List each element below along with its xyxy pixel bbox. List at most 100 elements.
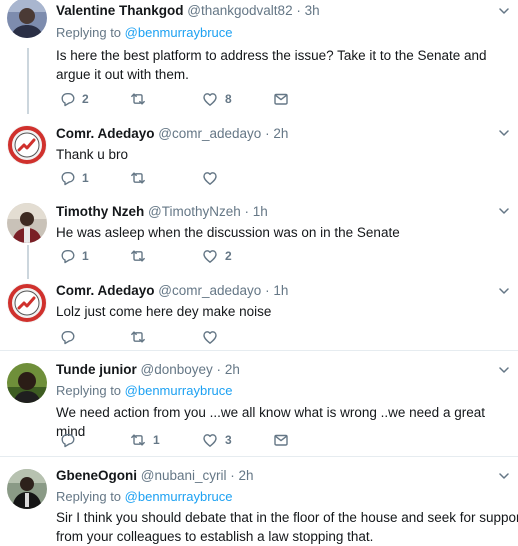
like-icon xyxy=(203,250,217,263)
reply-button[interactable]: 1 xyxy=(59,170,89,186)
tweet[interactable]: Comr. Adedayo @comr_adedayo · 2h Thank u… xyxy=(0,118,518,196)
retweet-icon xyxy=(131,172,145,184)
reply-button[interactable] xyxy=(59,329,82,345)
tweet-header: Comr. Adedayo @comr_adedayo · 2h xyxy=(56,125,510,142)
separator-dot: · xyxy=(244,204,250,219)
direct-message-button[interactable] xyxy=(273,432,289,448)
replying-to-mention[interactable]: @benmurraybruce xyxy=(125,383,233,398)
direct-message-icon xyxy=(274,434,288,446)
display-name[interactable]: GbeneOgoni xyxy=(56,468,137,483)
separator-dot: · xyxy=(296,3,301,18)
reply-icon xyxy=(61,249,75,264)
direct-message-button[interactable] xyxy=(273,91,289,107)
retweet-icon xyxy=(131,93,145,105)
timestamp[interactable]: 2h xyxy=(273,126,288,141)
tweet-text: Sir I think you should debate that in th… xyxy=(56,508,518,546)
reply-icon xyxy=(61,434,75,448)
avatar[interactable] xyxy=(7,469,47,509)
reply-icon xyxy=(61,92,75,107)
username[interactable]: @thankgodvalt82 xyxy=(187,3,292,18)
tweet-text: Thank u bro xyxy=(56,147,129,162)
like-icon xyxy=(203,331,217,344)
tweet-header: Valentine Thankgod @thankgodvalt82 · 3h xyxy=(56,2,510,19)
display-name[interactable]: Comr. Adedayo xyxy=(56,126,155,141)
replying-to-label: Replying to xyxy=(56,383,125,398)
chevron-down-icon[interactable] xyxy=(498,285,510,297)
reply-count: 2 xyxy=(82,92,89,106)
tweet[interactable]: Timothy Nzeh @TimothyNzeh · 1h He was as… xyxy=(0,196,518,277)
direct-message-icon xyxy=(274,93,288,105)
timestamp[interactable]: 2h xyxy=(239,468,254,483)
like-button[interactable]: 3 xyxy=(202,432,232,448)
like-button[interactable]: 2 xyxy=(202,248,232,264)
separator-dot: · xyxy=(265,283,270,298)
reply-button[interactable] xyxy=(59,432,82,448)
tweet[interactable]: Comr. Adedayo @comr_adedayo · 1h Lolz ju… xyxy=(0,277,518,350)
avatar[interactable] xyxy=(7,363,47,403)
avatar[interactable] xyxy=(7,283,47,323)
retweet-button[interactable]: 1 xyxy=(130,432,160,448)
display-name[interactable]: Comr. Adedayo xyxy=(56,283,155,298)
replying-to-mention[interactable]: @benmurraybruce xyxy=(125,489,233,504)
avatar[interactable] xyxy=(7,203,47,243)
like-count: 3 xyxy=(225,433,232,447)
tweet-text-line: from your colleagues to establish a law … xyxy=(56,529,374,544)
tweet-actions xyxy=(56,329,316,345)
tweet-text: Lolz just come here dey make noise xyxy=(56,304,272,319)
timestamp[interactable]: 2h xyxy=(225,362,240,377)
display-name[interactable]: Tunde junior xyxy=(56,362,137,377)
username[interactable]: @donboyey xyxy=(141,362,213,377)
replying-to: Replying to @benmurraybruce xyxy=(56,382,510,400)
like-button[interactable] xyxy=(202,170,225,186)
chevron-down-icon[interactable] xyxy=(498,470,510,482)
replying-to-label: Replying to xyxy=(56,25,125,40)
timestamp[interactable]: 3h xyxy=(305,3,320,18)
username[interactable]: @TimothyNzeh xyxy=(148,204,241,219)
retweet-button[interactable] xyxy=(130,170,153,186)
replies-feed: Valentine Thankgod @thankgodvalt82 · 3h … xyxy=(0,0,518,546)
display-name[interactable]: Timothy Nzeh xyxy=(56,204,144,219)
tweet-header: Tunde junior @donboyey · 2h xyxy=(56,361,510,378)
reply-button[interactable]: 1 xyxy=(59,248,89,264)
replying-to-label: Replying to xyxy=(56,489,125,504)
reply-icon xyxy=(61,331,75,345)
separator-dot: · xyxy=(230,468,235,483)
chevron-down-icon[interactable] xyxy=(498,5,510,17)
tweet-actions: 1 2 xyxy=(56,248,316,264)
avatar[interactable] xyxy=(7,0,47,38)
chevron-down-icon[interactable] xyxy=(498,364,510,376)
chevron-down-icon[interactable] xyxy=(498,127,510,139)
avatar[interactable] xyxy=(7,125,47,165)
tweet-actions: 2 8 xyxy=(56,91,316,107)
replying-to: Replying to @benmurraybruce xyxy=(56,24,510,42)
tweet-text: Is here the best platform to address the… xyxy=(56,48,487,82)
timestamp[interactable]: 1h xyxy=(273,283,288,298)
username[interactable]: @comr_adedayo xyxy=(158,126,261,141)
tweet-text-line: Sir I think you should debate that in th… xyxy=(56,510,518,525)
timestamp[interactable]: 1h xyxy=(253,204,268,219)
tweet-header: GbeneOgoni @nubani_cyril · 2h xyxy=(56,467,510,484)
tweet-actions: 1 3 xyxy=(56,432,316,448)
username[interactable]: @nubani_cyril xyxy=(141,468,227,483)
like-icon xyxy=(203,434,217,447)
like-count: 8 xyxy=(225,92,232,106)
like-icon xyxy=(203,172,217,185)
like-button[interactable] xyxy=(202,329,225,345)
tweet[interactable]: Tunde junior @donboyey · 2h Replying to … xyxy=(0,351,518,456)
replying-to-mention[interactable]: @benmurraybruce xyxy=(125,25,233,40)
display-name[interactable]: Valentine Thankgod xyxy=(56,3,184,18)
tweet[interactable]: GbeneOgoni @nubani_cyril · 2h Replying t… xyxy=(0,457,518,546)
username[interactable]: @comr_adedayo xyxy=(158,283,261,298)
retweet-button[interactable] xyxy=(130,248,153,264)
retweet-button[interactable] xyxy=(130,91,153,107)
separator-dot: · xyxy=(216,362,222,377)
retweet-icon xyxy=(131,250,145,262)
reply-count: 1 xyxy=(82,249,89,263)
chevron-down-icon[interactable] xyxy=(498,205,510,217)
reply-button[interactable]: 2 xyxy=(59,91,89,107)
tweet[interactable]: Valentine Thankgod @thankgodvalt82 · 3h … xyxy=(0,0,518,118)
tweet-header: Comr. Adedayo @comr_adedayo · 1h xyxy=(56,282,510,299)
reply-icon xyxy=(61,171,75,186)
like-button[interactable]: 8 xyxy=(202,91,232,107)
retweet-button[interactable] xyxy=(130,329,153,345)
